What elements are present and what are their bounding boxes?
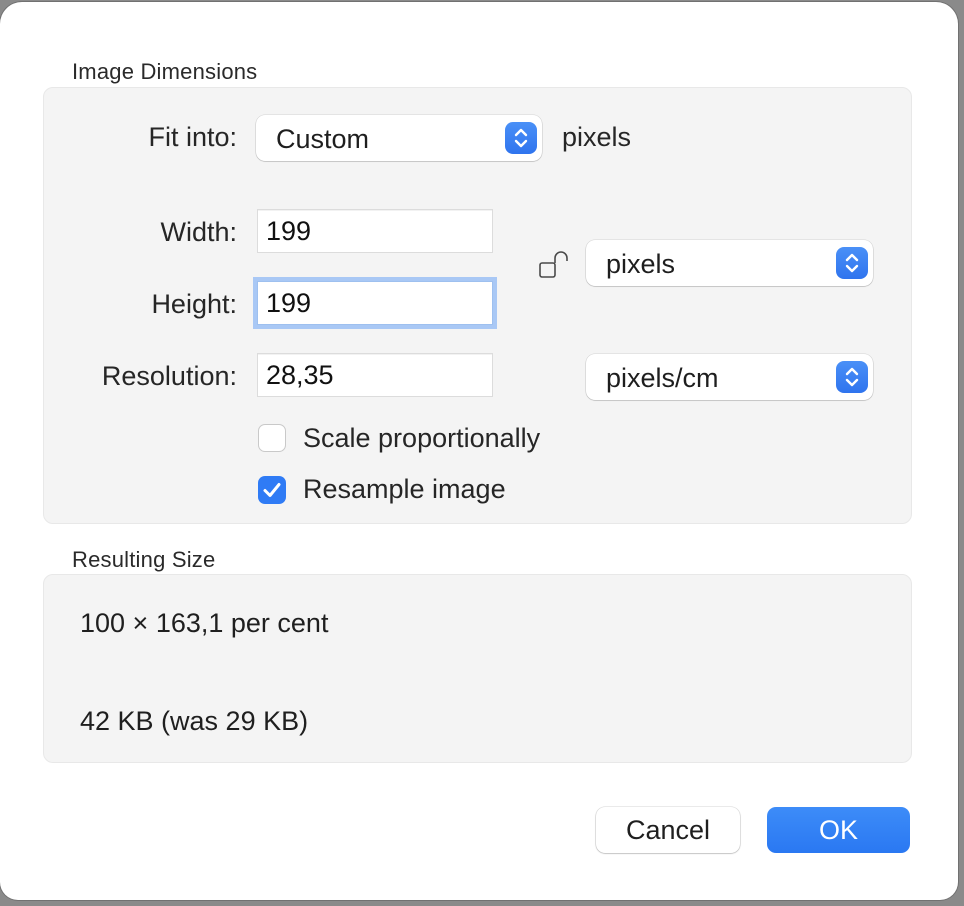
resulting-percentage: 100 × 163,1 per cent <box>80 608 329 638</box>
resample-image-label[interactable]: Resample image <box>303 474 506 505</box>
height-field[interactable] <box>257 281 493 325</box>
fit-into-popup[interactable]: Custom <box>256 115 542 161</box>
image-dimensions-panel: Fit into: Custom pixels Width: Height: p… <box>43 87 912 524</box>
resolution-unit-value: pixels/cm <box>606 363 719 393</box>
resolution-unit-popup[interactable]: pixels/cm <box>586 354 873 400</box>
size-unit-popup[interactable]: pixels <box>586 240 873 286</box>
height-input[interactable] <box>266 288 481 319</box>
resulting-size-title: Resulting Size <box>72 547 216 572</box>
width-input[interactable] <box>266 216 481 247</box>
resolution-input[interactable] <box>266 360 481 391</box>
image-size-dialog: Image Dimensions Fit into: Custom pixels… <box>0 2 958 900</box>
image-dimensions-title: Image Dimensions <box>72 59 258 84</box>
resolution-label: Resolution: <box>101 361 237 391</box>
width-label: Width: <box>160 217 237 247</box>
scale-proportionally-label[interactable]: Scale proportionally <box>303 423 540 454</box>
fit-into-value: Custom <box>276 124 370 154</box>
width-field[interactable] <box>257 209 493 253</box>
cancel-button[interactable]: Cancel <box>596 807 740 853</box>
ok-button[interactable]: OK <box>767 807 910 853</box>
unlocked-padlock-icon[interactable] <box>538 250 572 285</box>
height-label: Height: <box>151 289 237 319</box>
size-unit-value: pixels <box>606 249 676 279</box>
resample-image-checkbox[interactable] <box>258 476 286 504</box>
checkmark-icon <box>263 483 281 497</box>
resulting-file-size: 42 KB (was 29 KB) <box>80 706 309 736</box>
fit-into-label: Fit into: <box>148 122 237 152</box>
popup-stepper-icon <box>836 247 868 279</box>
popup-stepper-icon <box>505 122 537 154</box>
popup-stepper-icon <box>836 361 868 393</box>
scale-proportionally-checkbox[interactable] <box>258 424 286 452</box>
fit-into-unit-label: pixels <box>562 122 632 152</box>
resolution-field[interactable] <box>257 353 493 397</box>
